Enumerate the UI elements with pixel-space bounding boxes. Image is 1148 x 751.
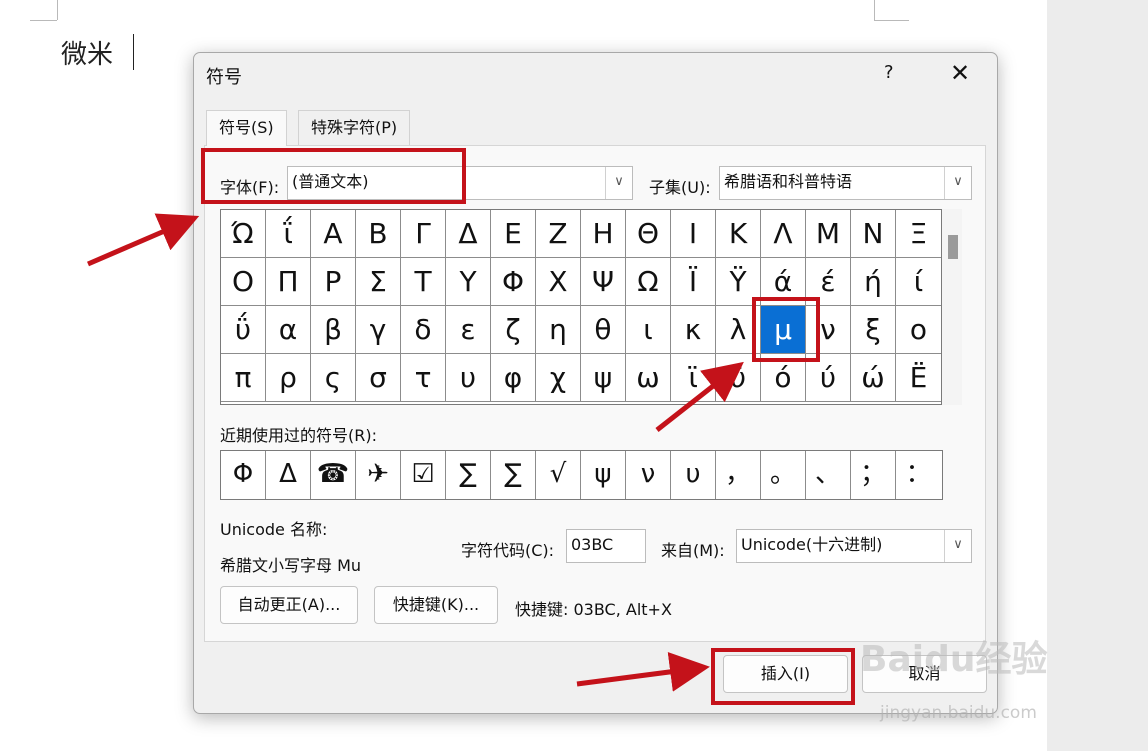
tab-symbols[interactable]: 符号(S) (206, 110, 287, 146)
watermark-logo: Baidu经验 (860, 639, 1048, 680)
arrow-to-insert (576, 652, 710, 692)
watermark-site: jingyan.baidu.com (880, 703, 1037, 723)
arrow-to-symbol (655, 361, 744, 432)
arrow-to-font (87, 213, 200, 267)
